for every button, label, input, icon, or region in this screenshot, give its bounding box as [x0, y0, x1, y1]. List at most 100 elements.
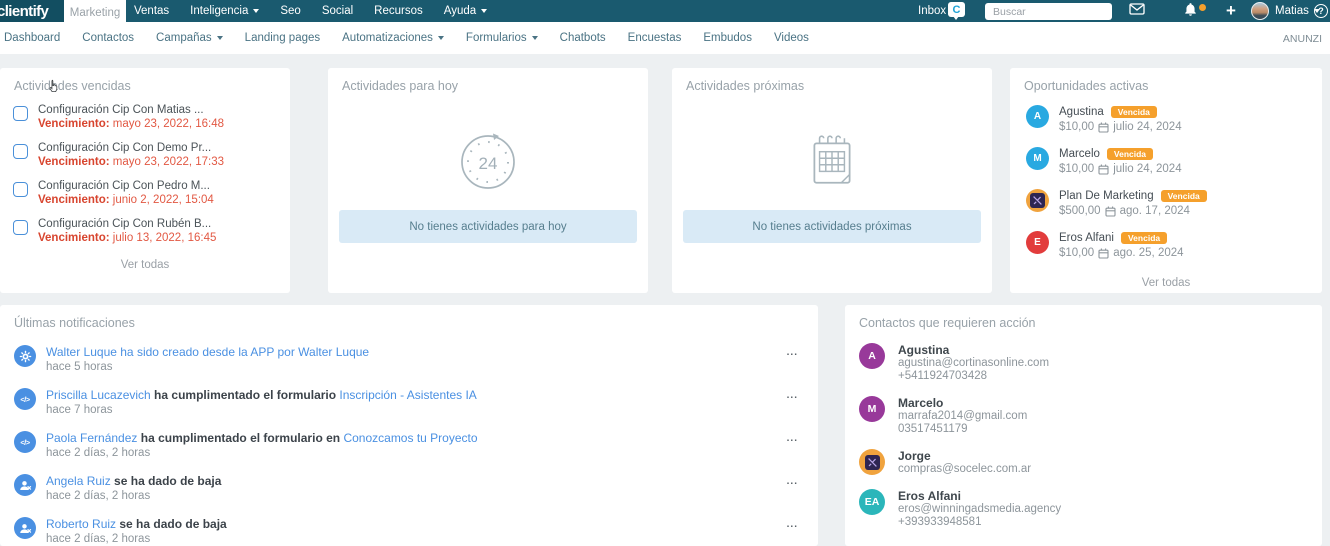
activity-row[interactable]: Configuración Cip Con Matias ... Vencimi…: [0, 103, 290, 131]
status-badge: Vencida: [1120, 231, 1168, 245]
row-menu-icon[interactable]: ...: [787, 347, 798, 358]
activity-checkbox[interactable]: [13, 106, 28, 121]
chevron-down-icon: [253, 9, 260, 13]
row-menu-icon[interactable]: ...: [787, 476, 798, 487]
notification-row: Roberto Ruiz se ha dado de baja hace 2 d…: [0, 517, 818, 545]
contact-row[interactable]: A Agustina agustina@cortinasonline.com +…: [845, 343, 1322, 383]
avatar: EA: [859, 489, 885, 515]
contact-phone: +393933948581: [898, 516, 982, 528]
activity-checkbox[interactable]: [13, 144, 28, 159]
chevron-down-icon: [437, 36, 444, 40]
opportunity-row[interactable]: Plan De Marketing Vencida $500,00 ago. 17,…: [1010, 189, 1322, 219]
due-date: mayo 23, 2022, 17:33: [112, 156, 225, 168]
contact-email: compras@socelec.com.ar: [898, 463, 1032, 475]
panel-title: Actividades próximas: [686, 79, 805, 93]
topnav-item-inteligencia[interactable]: Inteligencia: [190, 5, 260, 17]
user-unsubscribed-icon: [14, 517, 36, 539]
activity-row[interactable]: Configuración Cip Con Demo Pr... Vencimi…: [0, 141, 290, 169]
topnav-tab-marketing[interactable]: Marketing: [64, 0, 126, 26]
view-all-link[interactable]: Ver todas: [1010, 277, 1322, 289]
notification-link[interactable]: Priscilla Lucazevich: [46, 388, 151, 402]
subnav-item-campanas[interactable]: Campañas: [156, 32, 223, 44]
topnav-item-social[interactable]: Social: [322, 5, 353, 17]
anunzi-link[interactable]: ANUNZI: [1283, 33, 1322, 45]
avatar: A: [1026, 105, 1049, 128]
opportunity-row[interactable]: M Marcelo Vencida $10,00 julio 24, 2024: [1010, 147, 1322, 177]
gear-icon: [14, 345, 36, 367]
calendar-mini-icon: [1105, 206, 1116, 217]
panel-actividades-vencidas: Actividades vencidas Configuración Cip C…: [0, 68, 290, 293]
top-navbar: clientify Marketing Ventas Inteligencia …: [0, 0, 1330, 26]
panel-actividades-para-hoy: Actividades para hoy No tienes actividad…: [328, 68, 648, 293]
row-menu-icon[interactable]: ...: [787, 390, 798, 401]
user-avatar[interactable]: [1251, 2, 1269, 20]
mail-icon[interactable]: [1128, 3, 1145, 15]
topnav-item-recursos[interactable]: Recursos: [374, 5, 423, 17]
notification-row: Walter Luque ha sido creado desde la APP…: [0, 345, 818, 373]
topnav-item-ventas[interactable]: Ventas: [134, 5, 169, 17]
subnav-item-encuestas[interactable]: Encuestas: [628, 32, 682, 44]
notifications-bell-icon[interactable]: [1182, 2, 1198, 17]
notification-dot: [1199, 4, 1206, 11]
notification-row: Angela Ruiz se ha dado de baja hace 2 dí…: [0, 474, 818, 502]
opportunity-row[interactable]: A Agustina Vencida $10,00 julio 24, 2024: [1010, 105, 1322, 135]
subnav-item-formularios[interactable]: Formularios: [466, 32, 538, 44]
clientify-chat-icon[interactable]: C: [948, 2, 965, 20]
activity-row[interactable]: Configuración Cip Con Rubén B... Vencimi…: [0, 217, 290, 245]
topnav-item-seo[interactable]: Seo: [280, 5, 300, 17]
clock-24-icon: [328, 131, 648, 193]
subnav-item-videos[interactable]: Videos: [774, 32, 809, 44]
avatar: E: [1026, 231, 1049, 254]
opportunity-row[interactable]: E Eros Alfani Vencida $10,00 ago. 25, 2024: [1010, 231, 1322, 261]
notification-link[interactable]: Walter Luque ha sido creado desde la APP…: [46, 345, 369, 359]
empty-state-banner: No tienes actividades próximas: [683, 210, 981, 243]
contact-row[interactable]: Jorge compras@socelec.com.ar: [845, 449, 1322, 476]
subnav-item-dashboard[interactable]: Dashboard: [4, 32, 60, 44]
activity-checkbox[interactable]: [13, 182, 28, 197]
empty-state-banner: No tienes actividades para hoy: [339, 210, 637, 243]
topnav-item-ayuda[interactable]: Ayuda: [444, 5, 488, 17]
clientify-logo[interactable]: clientify: [0, 0, 64, 22]
view-all-link[interactable]: Ver todas: [0, 259, 290, 271]
row-menu-icon[interactable]: ...: [787, 433, 798, 444]
avatar: M: [859, 396, 885, 422]
inbox-link[interactable]: Inbox: [918, 5, 946, 17]
company-logo-avatar: [859, 449, 885, 475]
add-new-button[interactable]: +: [1226, 0, 1236, 22]
status-badge: Vencida: [1110, 105, 1157, 119]
status-badge: Vencida: [1160, 189, 1207, 203]
notification-link[interactable]: Roberto Ruiz: [46, 517, 116, 531]
calendar-mini-icon: [1098, 164, 1109, 175]
subnav-item-automatizaciones[interactable]: Automatizaciones: [342, 32, 444, 44]
activity-checkbox[interactable]: [13, 220, 28, 235]
panel-title: Actividades vencidas: [14, 79, 131, 93]
activity-row[interactable]: Configuración Cip Con Pedro M... Vencimi…: [0, 179, 290, 207]
panel-title: Últimas notificaciones: [14, 316, 135, 330]
form-code-icon: </>: [14, 388, 36, 410]
help-icon[interactable]: ?: [1314, 4, 1328, 18]
calendar-mini-icon: [1098, 122, 1109, 133]
subnav-item-landing-pages[interactable]: Landing pages: [245, 32, 320, 44]
notification-link[interactable]: Angela Ruiz: [46, 474, 111, 488]
notification-link[interactable]: Paola Fernández: [46, 431, 137, 445]
due-label: Vencimiento:: [38, 232, 110, 244]
subnav-item-embudos[interactable]: Embudos: [703, 32, 752, 44]
notification-link[interactable]: Inscripción - Asistentes IA: [339, 388, 476, 402]
panel-contactos-requieren-accion: Contactos que requieren acción A Agustin…: [845, 305, 1322, 546]
calendar-icon: [672, 131, 992, 193]
subnav-item-chatbots[interactable]: Chatbots: [560, 32, 606, 44]
panel-title: Actividades para hoy: [342, 79, 459, 93]
contact-row[interactable]: M Marcelo marrafa2014@gmail.com 03517451…: [845, 396, 1322, 436]
due-label: Vencimiento:: [38, 156, 110, 168]
subnav-item-contactos[interactable]: Contactos: [82, 32, 134, 44]
contact-phone: 03517451179: [898, 423, 968, 435]
notification-time: hace 2 días, 2 horas: [46, 447, 151, 459]
notification-link[interactable]: Conozcamos tu Proyecto: [343, 431, 477, 445]
search-input[interactable]: [985, 3, 1112, 20]
panel-ultimas-notificaciones: Últimas notificaciones Walter Luque ha s…: [0, 305, 818, 546]
notification-row: </> Paola Fernández ha cumplimentado el …: [0, 431, 818, 459]
contact-row[interactable]: EA Eros Alfani eros@winningadsmedia.agen…: [845, 489, 1322, 529]
topnav-menu: Ventas Inteligencia Seo Social Recursos …: [134, 0, 488, 22]
contact-phone: +5411924703428: [898, 370, 988, 382]
row-menu-icon[interactable]: ...: [787, 519, 798, 530]
